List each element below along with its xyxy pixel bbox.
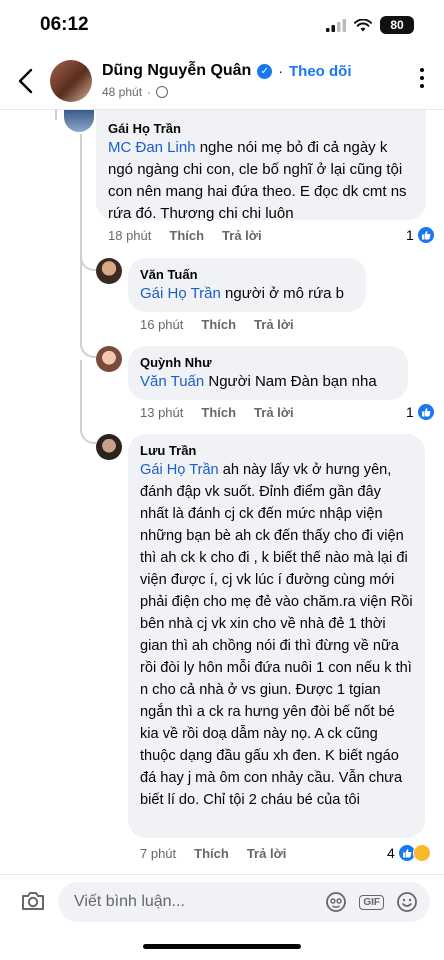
like-button[interactable]: Thích xyxy=(201,317,236,332)
comment-author[interactable]: Văn Tuấn xyxy=(140,266,354,283)
comment-author[interactable]: Quỳnh Như xyxy=(140,354,396,371)
comment-time: 16 phút xyxy=(140,317,184,332)
back-arrow-icon[interactable] xyxy=(14,66,38,96)
status-bar: 06:12 80 xyxy=(0,0,444,52)
author-name-row: Dũng Nguyễn Quân ✓ · Theo dõi xyxy=(102,62,352,80)
comment-text: Văn Tuấn Người Nam Đàn bạn nha xyxy=(140,373,377,390)
avatar[interactable] xyxy=(96,434,122,460)
follow-button[interactable]: Theo dõi xyxy=(289,63,352,80)
like-button[interactable]: Thích xyxy=(169,228,204,243)
mention-link[interactable]: Văn Tuấn xyxy=(140,373,204,390)
avatar-sticker-icon[interactable] xyxy=(325,891,347,913)
like-reaction-icon xyxy=(416,403,435,421)
gif-icon[interactable]: GIF xyxy=(359,894,384,910)
comment-bubble: Quỳnh Như Văn Tuấn Người Nam Đàn bạn nha xyxy=(128,346,408,400)
comment-input[interactable]: Viết bình luận... GIF xyxy=(58,882,430,922)
separator-dot: · xyxy=(278,63,283,79)
comment-actions: 18 phút Thích Trả lời xyxy=(108,228,262,243)
comment-bubble: Gái Họ Trần MC Đan Linh nghe nói mẹ bỏ đ… xyxy=(96,110,426,222)
author-avatar[interactable] xyxy=(50,60,92,102)
wifi-icon xyxy=(354,18,372,31)
comment-text: Gái Họ Trần người ở mô rứa b xyxy=(140,285,345,302)
comment-input-placeholder: Viết bình luận... xyxy=(74,893,185,910)
avatar[interactable] xyxy=(96,346,122,372)
battery-icon: 80 xyxy=(380,16,414,34)
emoji-icon[interactable] xyxy=(396,891,418,913)
comment-time: 13 phút xyxy=(140,405,184,420)
avatar[interactable] xyxy=(96,258,122,284)
reply-button[interactable]: Trả lời xyxy=(222,228,262,243)
comment-actions: 13 phút Thích Trả lời xyxy=(140,405,294,420)
comment-bubble: Lưu Trần Gái Họ Trần ah này lấy vk ở hưn… xyxy=(128,434,425,838)
thread-connector xyxy=(80,360,96,444)
status-time: 06:12 xyxy=(40,14,89,35)
like-reaction-icon xyxy=(416,226,435,244)
mention-link[interactable]: Gái Họ Trần xyxy=(140,285,221,302)
comment-text: MC Đan Linh nghe nói mẹ bỏ đi cả ngày k … xyxy=(108,139,407,222)
reply-button[interactable]: Trả lời xyxy=(247,846,287,861)
post-meta: 48 phút · xyxy=(102,85,169,99)
like-button[interactable]: Thích xyxy=(194,846,229,861)
reply-button[interactable]: Trả lời xyxy=(254,317,294,332)
mention-link[interactable]: MC Đan Linh xyxy=(108,139,196,156)
avatar[interactable] xyxy=(64,110,94,132)
thread-line-top xyxy=(55,110,57,120)
separator-dot-meta: · xyxy=(147,85,152,99)
comment-actions: 7 phút Thích Trả lời xyxy=(140,846,286,861)
reply-button[interactable]: Trả lời xyxy=(254,405,294,420)
more-options-icon[interactable] xyxy=(420,68,426,92)
comment-composer: Viết bình luận... GIF xyxy=(0,874,444,928)
verified-badge-icon: ✓ xyxy=(257,63,273,79)
comment-author[interactable]: Lưu Trần xyxy=(140,442,413,459)
mention-link[interactable]: Gái Họ Trần xyxy=(140,462,219,478)
reaction-count[interactable]: 1 xyxy=(406,403,435,421)
composer-icons: GIF xyxy=(325,891,418,913)
globe-icon xyxy=(156,86,169,98)
comment-time: 18 phút xyxy=(108,228,152,243)
status-icons: 80 xyxy=(326,16,414,34)
like-button[interactable]: Thích xyxy=(201,405,236,420)
thread-connector xyxy=(80,250,96,358)
comment-time: 7 phút xyxy=(140,846,177,861)
reaction-count[interactable]: 1 xyxy=(406,226,435,244)
reaction-count[interactable]: 4 xyxy=(387,844,431,862)
comment-text: Gái Họ Trần ah này lấy vk ở hưng yên, đá… xyxy=(140,462,413,808)
signal-icon xyxy=(326,18,346,32)
post-header: Dũng Nguyễn Quân ✓ · Theo dõi 48 phút · xyxy=(0,52,444,110)
comment-actions: 16 phút Thích Trả lời xyxy=(140,317,294,332)
author-name[interactable]: Dũng Nguyễn Quân xyxy=(102,62,251,80)
comment-bubble: Văn Tuấn Gái Họ Trần người ở mô rứa b xyxy=(128,258,366,312)
home-indicator xyxy=(143,944,301,949)
comment-author[interactable]: Gái Họ Trần xyxy=(108,120,414,137)
post-time: 48 phút xyxy=(102,85,143,99)
sad-reaction-icon xyxy=(412,844,431,862)
camera-icon[interactable] xyxy=(20,889,46,913)
